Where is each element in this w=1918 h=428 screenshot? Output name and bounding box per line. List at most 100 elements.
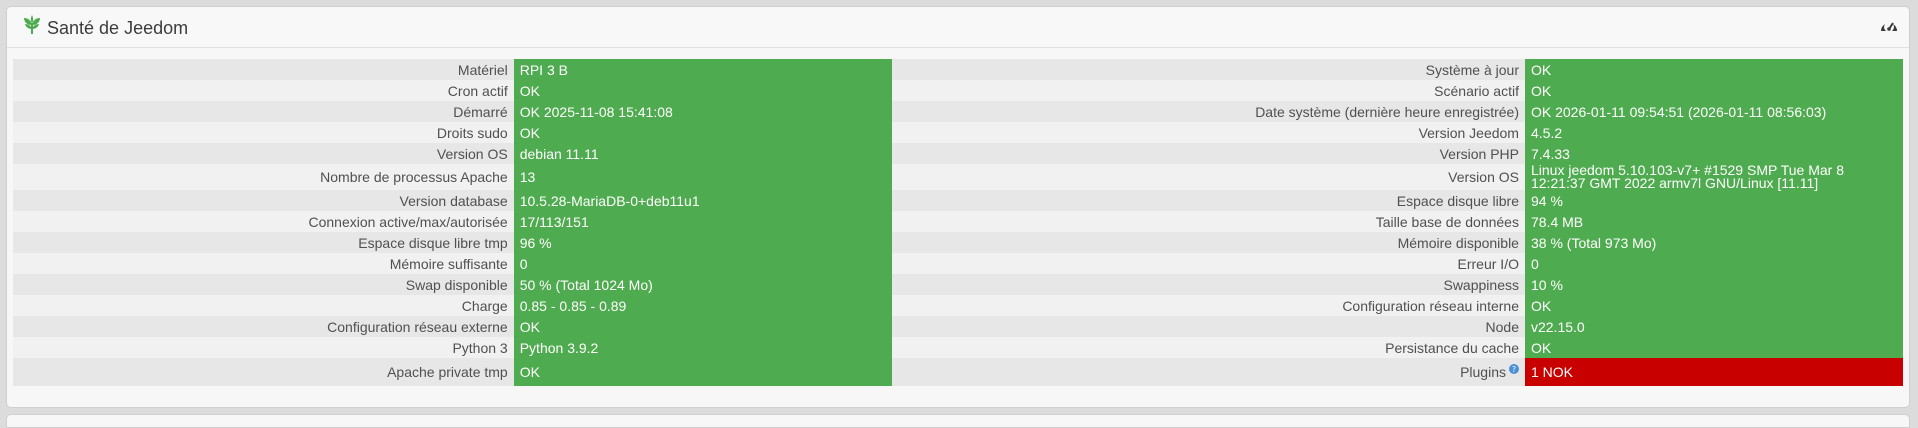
left-label-text: Swap disponible	[405, 276, 508, 293]
left-label: Démarré	[13, 101, 514, 122]
right-value: 10 %	[1524, 274, 1903, 295]
left-value-text: 17/113/151	[519, 213, 589, 230]
right-label: Version PHP	[891, 143, 1525, 164]
table-row: Apache private tmp OK Plugins? 1 NOK	[13, 358, 1903, 386]
table-row: Démarré OK 2025-11-08 15:41:08 Date systèm…	[13, 101, 1903, 122]
right-value: OK	[1524, 337, 1903, 358]
left-label: Python 3	[13, 337, 514, 358]
right-value-nok: 1 NOK	[1524, 358, 1903, 386]
left-value-text: OK	[519, 82, 540, 99]
left-label: Version database	[13, 190, 514, 211]
right-value-text: OK 2026-01-11 09:54:51 (2026-01-11 08:56…	[1530, 103, 1827, 120]
left-value: OK	[513, 358, 892, 386]
table-row: Charge 0.85 - 0.85 - 0.89 Configuration ré…	[13, 295, 1903, 316]
left-label-text: Matériel	[457, 61, 508, 78]
right-label: Configuration réseau interne	[891, 295, 1525, 316]
table-row: Matériel RPI 3 B Système à jour OK	[13, 59, 1903, 80]
right-value: 4.5.2	[1524, 122, 1903, 143]
right-value: Linux jeedom 5.10.103-v7+ #1529 SMP Tue …	[1524, 163, 1903, 190]
table-row: Nombre de processus Apache 13 Version OS Li…	[13, 163, 1903, 190]
right-value: 0	[1524, 253, 1903, 274]
table-row: Configuration réseau externe OK Node v22.15…	[13, 316, 1903, 337]
left-label: Nombre de processus Apache	[13, 164, 514, 190]
right-value-text: OK	[1530, 61, 1552, 78]
right-label-text: Espace disque libre	[1396, 192, 1519, 209]
left-value-text: 13	[519, 169, 536, 185]
left-label: Droits sudo	[13, 122, 514, 143]
health-panel: Santé de Jeedom Matériel RPI 3 B Système à…	[6, 6, 1910, 408]
right-value: OK	[1524, 59, 1903, 80]
right-label-text: Version Jeedom	[1418, 124, 1519, 141]
right-value-text: 7.4.33	[1530, 145, 1570, 162]
left-value: Python 3.9.2	[513, 337, 892, 358]
right-label: Système à jour	[891, 59, 1525, 80]
right-value-text: OK	[1530, 339, 1552, 356]
right-label-text: Scénario actif	[1434, 82, 1519, 99]
right-label-text: Mémoire disponible	[1397, 234, 1519, 251]
left-label: Version OS	[13, 143, 514, 164]
right-label-text: Plugins	[1460, 364, 1506, 380]
left-label-text: Connexion active/max/autorisée	[308, 213, 508, 230]
left-value-text: 0.85 - 0.85 - 0.89	[519, 297, 627, 314]
left-label: Matériel	[13, 59, 514, 80]
right-label: Erreur I/O	[891, 253, 1525, 274]
left-label-text: Version database	[399, 192, 508, 209]
table-row: Mémoire suffisante 0 Erreur I/O 0	[13, 253, 1903, 274]
help-icon[interactable]: ?	[1508, 364, 1519, 374]
left-value-text: Python 3.9.2	[519, 339, 599, 356]
left-value-text: OK 2025-11-08 15:41:08	[519, 103, 673, 120]
tachometer-icon[interactable]	[1879, 17, 1899, 35]
left-value: RPI 3 B	[513, 59, 892, 80]
left-label: Charge	[13, 295, 514, 316]
left-label-text: Espace disque libre tmp	[358, 234, 508, 251]
left-label-text: Droits sudo	[436, 124, 508, 141]
left-value-text: OK	[519, 318, 540, 335]
panel-header: Santé de Jeedom	[7, 7, 1909, 48]
right-value-text: 94 %	[1530, 192, 1563, 209]
left-label-text: Mémoire suffisante	[389, 255, 508, 272]
left-value-text: 10.5.28-MariaDB-0+deb11u1	[519, 192, 700, 209]
right-label: Version Jeedom	[891, 122, 1525, 143]
right-value-text: 1 NOK	[1530, 364, 1573, 380]
right-label-text: Taille base de données	[1375, 213, 1519, 230]
health-table: Matériel RPI 3 B Système à jour OK Cron acti…	[13, 59, 1903, 386]
right-value: 78.4 MB	[1524, 211, 1903, 232]
left-label: Configuration réseau externe	[13, 316, 514, 337]
left-value: 13	[513, 164, 892, 190]
left-value: 10.5.28-MariaDB-0+deb11u1	[513, 190, 892, 211]
right-label-text: Swappiness	[1443, 276, 1519, 293]
table-row: Droits sudo OK Version Jeedom 4.5.2	[13, 122, 1903, 143]
right-value: OK	[1524, 295, 1903, 316]
right-value-text: 4.5.2	[1530, 124, 1563, 141]
right-label: Date système (dernière heure enregistrée…	[891, 101, 1525, 122]
left-value: 50 % (Total 1024 Mo)	[513, 274, 892, 295]
left-value-text: RPI 3 B	[519, 61, 568, 78]
left-value: 0.85 - 0.85 - 0.89	[513, 295, 892, 316]
right-value-text: OK	[1530, 297, 1552, 314]
left-label-text: Cron actif	[447, 82, 508, 99]
table-row: Espace disque libre tmp 96 % Mémoire dispo…	[13, 232, 1903, 253]
left-value: OK 2025-11-08 15:41:08	[513, 101, 892, 122]
right-label: Taille base de données	[891, 211, 1525, 232]
table-row: Cron actif OK Scénario actif OK	[13, 80, 1903, 101]
right-value-text: v22.15.0	[1530, 318, 1585, 335]
left-label-text: Charge	[461, 297, 508, 314]
table-row: Connexion active/max/autorisée 17/113/151…	[13, 211, 1903, 232]
right-label-text: Node	[1485, 318, 1519, 335]
right-value: 38 % (Total 973 Mo)	[1524, 232, 1903, 253]
table-row: Version database 10.5.28-MariaDB-0+deb11u…	[13, 190, 1903, 211]
right-label: Version OS	[891, 164, 1525, 190]
table-row: Swap disponible 50 % (Total 1024 Mo) Swapp…	[13, 274, 1903, 295]
left-label-text: Apache private tmp	[387, 364, 508, 380]
jeedom-leaf-icon	[24, 15, 40, 34]
table-row: Version OS debian 11.11 Version PHP 7.4.33	[13, 143, 1903, 164]
left-label: Swap disponible	[13, 274, 514, 295]
right-label-text: Système à jour	[1425, 61, 1519, 78]
left-value-text: 96 %	[519, 234, 552, 251]
left-label-text: Démarré	[453, 103, 508, 120]
left-label: Apache private tmp	[13, 358, 514, 386]
left-value: OK	[513, 122, 892, 143]
page-title: Santé de Jeedom	[47, 18, 189, 38]
left-value-text: OK	[519, 364, 540, 380]
left-value: 0	[513, 253, 892, 274]
